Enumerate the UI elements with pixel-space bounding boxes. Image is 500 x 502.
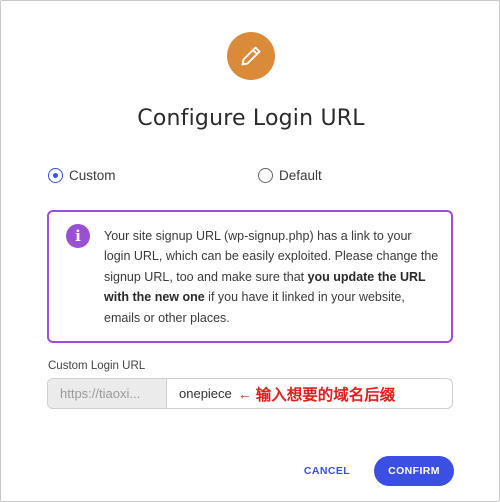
configure-login-url-dialog: Configure Login URL Custom Default i You… (0, 0, 500, 502)
dialog-title: Configure Login URL (137, 106, 365, 131)
signup-url-notice: i Your site signup URL (wp-signup.php) h… (47, 210, 453, 343)
notice-text: Your site signup URL (wp-signup.php) has… (104, 226, 439, 328)
pencil-icon (241, 46, 261, 66)
login-slug-value: onepiece (179, 386, 232, 401)
custom-radio[interactable] (48, 168, 63, 183)
custom-login-url-label: Custom Login URL (48, 360, 146, 372)
annotation-text: 输入想要的域名后缀 (255, 385, 396, 404)
confirm-button[interactable]: CONFIRM (374, 456, 454, 486)
custom-radio-label: Custom (69, 168, 116, 183)
default-option[interactable]: Default (258, 168, 322, 183)
custom-login-url-field[interactable]: https://tiaoxi... onepiece ← 输入想要的域名后缀 (47, 378, 453, 409)
info-icon: i (66, 224, 90, 248)
annotation-arrow-icon: ← (237, 385, 252, 402)
default-radio-label: Default (279, 168, 322, 183)
default-radio[interactable] (258, 168, 273, 183)
url-prefix: https://tiaoxi... (48, 379, 167, 408)
custom-option[interactable]: Custom (48, 168, 116, 183)
cancel-button[interactable]: CANCEL (296, 456, 358, 486)
pencil-badge (227, 32, 275, 80)
login-slug-input[interactable]: onepiece ← 输入想要的域名后缀 (167, 379, 452, 408)
